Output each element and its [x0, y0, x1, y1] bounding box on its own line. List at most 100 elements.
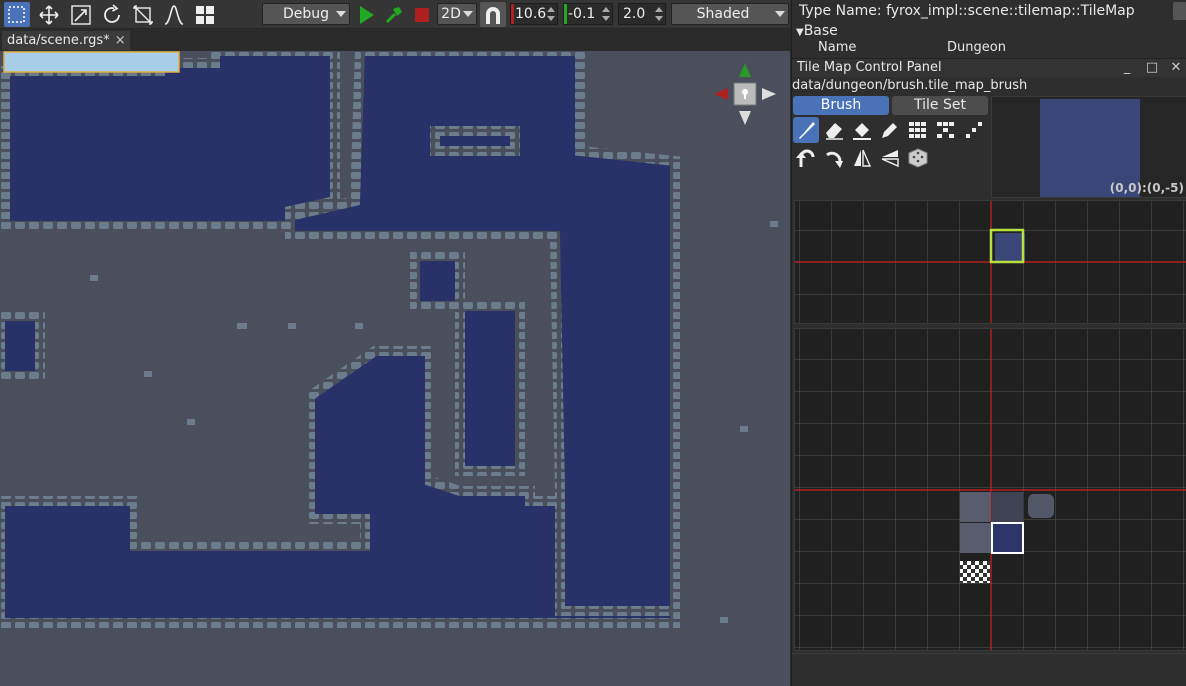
zoom-value: 2.0 [623, 6, 646, 22]
curve-icon [164, 4, 184, 25]
base-section-label: Base [803, 23, 838, 39]
rotate-left-button[interactable] [793, 145, 819, 171]
chevron-down-icon [463, 11, 473, 17]
mode-dropdown[interactable]: 2D [437, 3, 477, 25]
grid-icon [196, 5, 214, 24]
build-config-dropdown[interactable]: Debug [262, 3, 350, 25]
tile-wall-2 [960, 523, 991, 553]
crop-tool-button[interactable] [130, 2, 156, 27]
minimize-icon[interactable]: _ [1119, 60, 1135, 76]
brush-path: data/dungeon/brush.tile_map_brush [792, 78, 1028, 93]
flood-fill-button[interactable] [849, 117, 875, 143]
rotate-tool-button[interactable] [99, 2, 125, 27]
tile-map-panel-title: Tile Map Control Panel [797, 60, 942, 75]
selected-tile [991, 522, 1024, 554]
rotate-left-icon [796, 149, 815, 167]
scale-tool-button[interactable] [68, 2, 94, 27]
tile-wall [960, 492, 991, 522]
play-icon [360, 5, 374, 24]
build-config-value: Debug [282, 6, 330, 22]
brush-grid[interactable] [794, 200, 1186, 324]
brush-grid-canvas [795, 201, 1186, 323]
curve-tool-button[interactable] [161, 2, 187, 27]
random-icon [908, 148, 928, 168]
spinner-icon[interactable] [547, 6, 555, 22]
brush-preview: (0,0):(0,-5) [991, 96, 1186, 198]
render-mode-value: Shaded [696, 6, 750, 22]
grid-tool-button[interactable] [192, 2, 218, 27]
flip-y-icon [881, 150, 899, 168]
spinner-icon[interactable] [655, 6, 663, 22]
main-toolbar: Debug 2D 10.6 -0.1 2.0 Shaded [0, 0, 790, 29]
zoom-field[interactable]: 2.0 [618, 3, 666, 25]
preview-coordinates: (0,0):(0,-5) [1109, 181, 1184, 195]
chevron-down-icon [336, 11, 346, 17]
select-tool-button[interactable] [4, 2, 30, 27]
gizmo-x-icon[interactable] [714, 88, 728, 100]
spinner-icon[interactable] [602, 6, 610, 22]
flip-x-button[interactable] [849, 145, 875, 171]
nine-slice-icon [937, 122, 954, 138]
base-section-header[interactable]: ▼Base [796, 23, 838, 39]
tile-map-panel-header: Tile Map Control Panel _ □ ✕ [792, 58, 1186, 77]
type-name: Type Name: fyrox_impl::scene::tilemap::T… [799, 3, 1135, 19]
flood-fill-icon [853, 123, 871, 140]
y-field[interactable]: -0.1 [563, 3, 613, 25]
tab-tile-set[interactable]: Tile Set [892, 96, 988, 115]
scale-icon [71, 4, 91, 25]
brush-tile [995, 233, 1025, 261]
scene-tab[interactable]: data/scene.rgs* × [2, 31, 130, 50]
maximize-icon[interactable]: □ [1144, 60, 1160, 76]
close-icon[interactable]: ✕ [1168, 60, 1184, 76]
random-button[interactable] [905, 145, 931, 171]
scene-tab-bar: data/scene.rgs* × [0, 30, 790, 50]
magnet-icon [486, 6, 500, 24]
rect-fill-button[interactable] [905, 117, 931, 143]
paint-brush-button[interactable] [793, 117, 819, 143]
play-button[interactable] [353, 2, 379, 27]
x-tag [511, 4, 514, 24]
eraser-icon [826, 123, 843, 140]
scene-tab-label: data/scene.rgs* [7, 33, 110, 48]
move-icon [39, 4, 59, 25]
chevron-down-icon [775, 11, 785, 17]
x-field[interactable]: 10.6 [510, 3, 558, 25]
tile-set-grid-canvas [795, 329, 1186, 650]
nine-slice-button[interactable] [933, 117, 959, 143]
gizmo-neg-y-icon[interactable] [739, 111, 751, 125]
name-property-value[interactable]: Dungeon [947, 40, 1006, 55]
render-mode-dropdown[interactable]: Shaded [671, 3, 789, 25]
empty-tile [960, 561, 990, 583]
line-button[interactable] [961, 117, 987, 143]
rotate-right-icon [826, 151, 843, 168]
select-icon [8, 5, 25, 23]
close-icon[interactable]: × [115, 31, 126, 50]
flip-y-button[interactable] [877, 145, 903, 171]
inspector-menu-button[interactable] [1173, 2, 1186, 20]
tile-map-canvas [0, 51, 790, 686]
crop-icon [133, 4, 153, 25]
build-button[interactable] [381, 2, 407, 27]
view-gizmo[interactable] [712, 61, 778, 127]
picker-button[interactable] [877, 117, 903, 143]
gizmo-y-icon[interactable] [739, 63, 751, 77]
rect-fill-icon [909, 122, 926, 138]
expand-triangle-icon: ▼ [796, 27, 804, 38]
rotate-right-button[interactable] [821, 145, 847, 171]
rotate-icon [104, 3, 120, 23]
name-property-label: Name [818, 40, 857, 55]
scene-viewport[interactable] [0, 51, 790, 686]
snap-button[interactable] [480, 2, 506, 27]
mode-value: 2D [441, 6, 461, 22]
gizmo-neg-x-icon[interactable] [762, 88, 776, 100]
y-value: -0.1 [568, 6, 596, 22]
tile-set-grid[interactable] [794, 328, 1186, 651]
tile-floor [992, 492, 1023, 522]
move-tool-button[interactable] [36, 2, 62, 27]
tab-brush[interactable]: Brush [793, 96, 889, 115]
picker-icon [882, 123, 897, 138]
eraser-button[interactable] [821, 117, 847, 143]
flip-x-icon [854, 149, 872, 167]
stop-button[interactable] [409, 2, 435, 27]
paint-brush-icon [799, 122, 815, 139]
